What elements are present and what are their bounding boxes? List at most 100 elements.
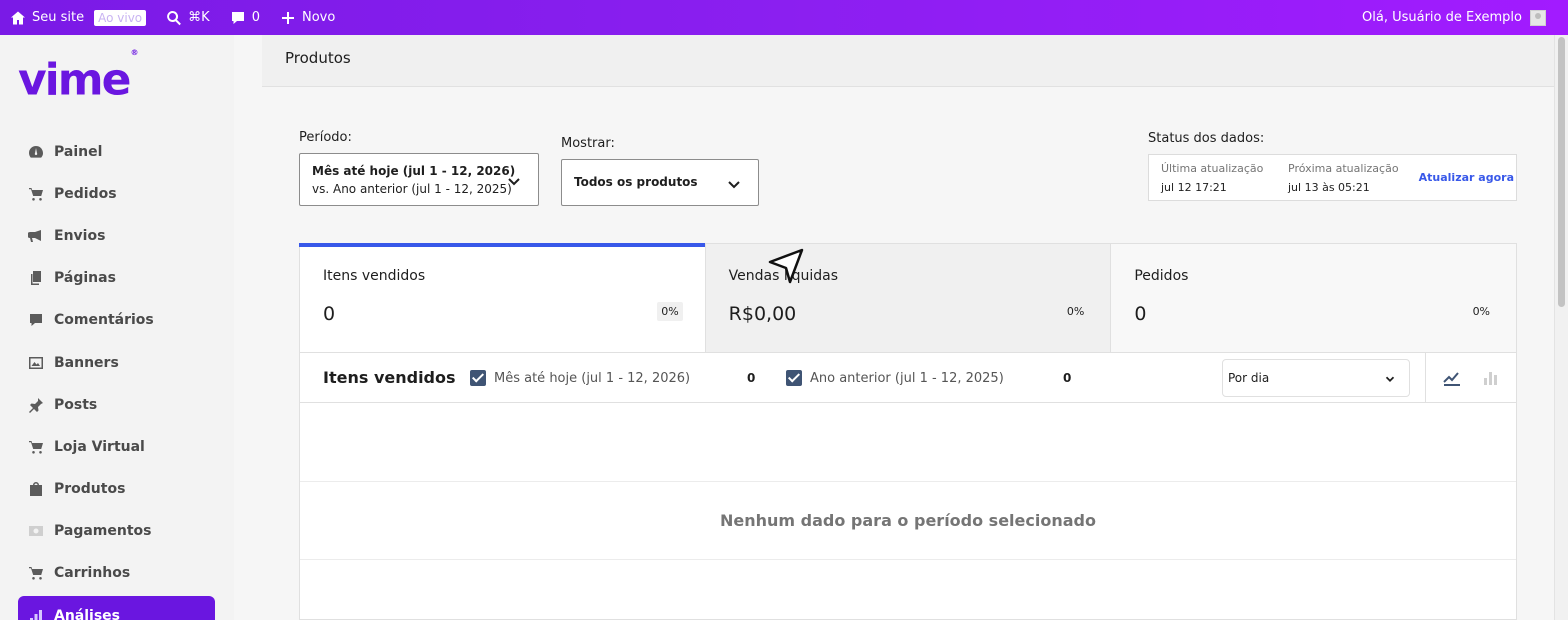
kpi-value: R$0,00	[728, 303, 797, 325]
sidebar-item-analises[interactable]: Análises	[18, 596, 215, 620]
next-update-value: jul 13 às 05:21	[1288, 181, 1370, 194]
chart-gridline	[300, 559, 1516, 560]
data-status-label: Status dos dados:	[1148, 131, 1265, 146]
chevron-down-icon	[1383, 371, 1397, 385]
kpi-value: 0	[323, 303, 336, 325]
checkbox-checked[interactable]	[470, 370, 486, 386]
sidebar-item-carrinhos[interactable]: Carrinhos	[18, 552, 215, 594]
last-update: Última atualização jul 12 17:21	[1161, 162, 1263, 194]
sidebar-item-produtos[interactable]: Produtos	[18, 468, 215, 510]
cart-icon	[29, 440, 43, 454]
sidebar-item-comentarios[interactable]: Comentários	[18, 299, 215, 341]
header-divider	[1425, 353, 1426, 403]
sidebar-item-posts[interactable]: Posts	[18, 384, 215, 426]
cursor-arrow-icon	[768, 248, 804, 284]
new-button[interactable]: Novo	[270, 0, 345, 35]
brand-logo[interactable]: vime®	[18, 48, 138, 102]
sidebar-item-label: Pedidos	[54, 186, 117, 203]
pin-icon	[29, 397, 43, 413]
sidebar-item-banners[interactable]: Banners	[18, 341, 215, 383]
chevron-down-icon	[506, 173, 522, 189]
checkbox-checked[interactable]	[786, 370, 802, 386]
sidebar-item-label: Envios	[54, 228, 106, 245]
sidebar-item-label: Comentários	[54, 312, 154, 329]
interval-select[interactable]: Por dia	[1222, 359, 1410, 397]
chart-title: Itens vendidos	[323, 368, 456, 387]
avatar	[1530, 9, 1546, 26]
line-chart-icon[interactable]	[1442, 368, 1462, 388]
user-menu[interactable]: Olá, Usuário de Exemplo	[1362, 0, 1546, 35]
legend-previous-year[interactable]: Ano anterior (jul 1 - 12, 2025)	[786, 370, 1004, 386]
comment-icon	[231, 11, 244, 24]
comments-button[interactable]: 0	[220, 0, 270, 35]
live-badge-wrap[interactable]: Ao vivo	[94, 0, 156, 35]
legend-label: Ano anterior (jul 1 - 12, 2025)	[810, 370, 1004, 386]
gauge-icon	[29, 146, 43, 158]
bar-chart-icon[interactable]	[1480, 368, 1500, 388]
period-compare: vs. Ano anterior (jul 1 - 12, 2025)	[312, 182, 512, 196]
sidebar-item-pedidos[interactable]: Pedidos	[18, 173, 215, 215]
bag-icon	[30, 481, 42, 496]
period-label: Período:	[299, 130, 352, 145]
page-title: Produtos	[285, 49, 351, 67]
comment-icon	[30, 314, 42, 327]
kpi-card-pedidos[interactable]: Pedidos 0 0%	[1111, 244, 1517, 352]
kpi-card-vendas-liquidas[interactable]: Vendas líquidas R$0,00 0%	[705, 244, 1112, 352]
sidebar: vime® Painel Pedidos Envios Páginas Come…	[0, 35, 234, 620]
sidebar-item-paginas[interactable]: Páginas	[18, 257, 215, 299]
cart-icon	[29, 566, 43, 580]
site-link[interactable]: Seu site	[0, 0, 94, 35]
chart-header: Itens vendidos Mês até hoje (jul 1 - 12,…	[300, 353, 1516, 403]
live-badge: Ao vivo	[94, 9, 147, 26]
next-update: Próxima atualização jul 13 às 05:21	[1288, 162, 1399, 194]
kpi-card-itens-vendidos[interactable]: Itens vendidos 0 0%	[299, 243, 706, 352]
last-update-value: jul 12 17:21	[1161, 181, 1227, 194]
page-header: Produtos	[262, 35, 1554, 87]
logo-mark: ®	[130, 48, 138, 57]
sidebar-item-label: Banners	[54, 354, 119, 371]
user-greeting: Olá, Usuário de Exemplo	[1362, 10, 1522, 25]
page-scrollbar[interactable]	[1554, 35, 1568, 620]
kpi-delta-badge: 0%	[657, 302, 683, 321]
period-dropdown[interactable]: Mês até hoje (jul 1 - 12, 2026) vs. Ano …	[299, 153, 539, 206]
home-icon	[11, 11, 25, 24]
money-icon	[29, 525, 43, 536]
legend-label: Mês até hoje (jul 1 - 12, 2026)	[494, 370, 691, 386]
search-icon	[167, 10, 182, 25]
next-update-label: Próxima atualização	[1288, 162, 1399, 175]
image-icon	[29, 356, 43, 369]
sidebar-nav: Painel Pedidos Envios Páginas Comentário…	[18, 131, 215, 620]
sidebar-item-label: Loja Virtual	[54, 438, 145, 455]
interval-value: Por dia	[1228, 371, 1270, 385]
pages-icon	[31, 271, 41, 286]
search-shortcut: ⌘K	[188, 10, 210, 25]
show-dropdown[interactable]: Todos os produtos	[561, 159, 759, 206]
sidebar-item-label: Pagamentos	[54, 522, 152, 539]
sidebar-item-envios[interactable]: Envios	[18, 215, 215, 257]
sidebar-item-painel[interactable]: Painel	[18, 131, 215, 173]
chart-gridline	[300, 481, 1516, 482]
plus-icon	[281, 11, 294, 24]
refresh-now-link[interactable]: Atualizar agora	[1419, 171, 1514, 184]
show-value: Todos os produtos	[574, 175, 698, 189]
chevron-down-icon	[726, 176, 742, 192]
scrollbar-thumb[interactable]	[1558, 37, 1565, 307]
admin-bar: Seu site Ao vivo ⌘K 0 Novo Olá, Usuário …	[0, 0, 1568, 35]
kpi-delta-badge: 0%	[1066, 305, 1085, 318]
megaphone-icon	[28, 230, 41, 243]
comments-count: 0	[251, 10, 260, 25]
kpi-row: Itens vendidos 0 0% Vendas líquidas R$0,…	[299, 243, 1517, 353]
sidebar-item-label: Carrinhos	[54, 564, 131, 581]
sidebar-item-loja-virtual[interactable]: Loja Virtual	[18, 426, 215, 468]
kpi-label: Pedidos	[1134, 268, 1189, 284]
legend-value: 0	[1063, 371, 1072, 385]
bar-chart-icon	[30, 610, 42, 620]
sidebar-item-pagamentos[interactable]: Pagamentos	[18, 510, 215, 552]
site-label: Seu site	[32, 10, 85, 25]
kpi-label: Itens vendidos	[323, 268, 426, 284]
sidebar-item-label: Produtos	[54, 480, 126, 497]
cart-icon	[29, 188, 43, 201]
search-button[interactable]: ⌘K	[156, 0, 220, 35]
last-update-label: Última atualização	[1161, 162, 1264, 175]
legend-current-period[interactable]: Mês até hoje (jul 1 - 12, 2026)	[470, 370, 690, 386]
